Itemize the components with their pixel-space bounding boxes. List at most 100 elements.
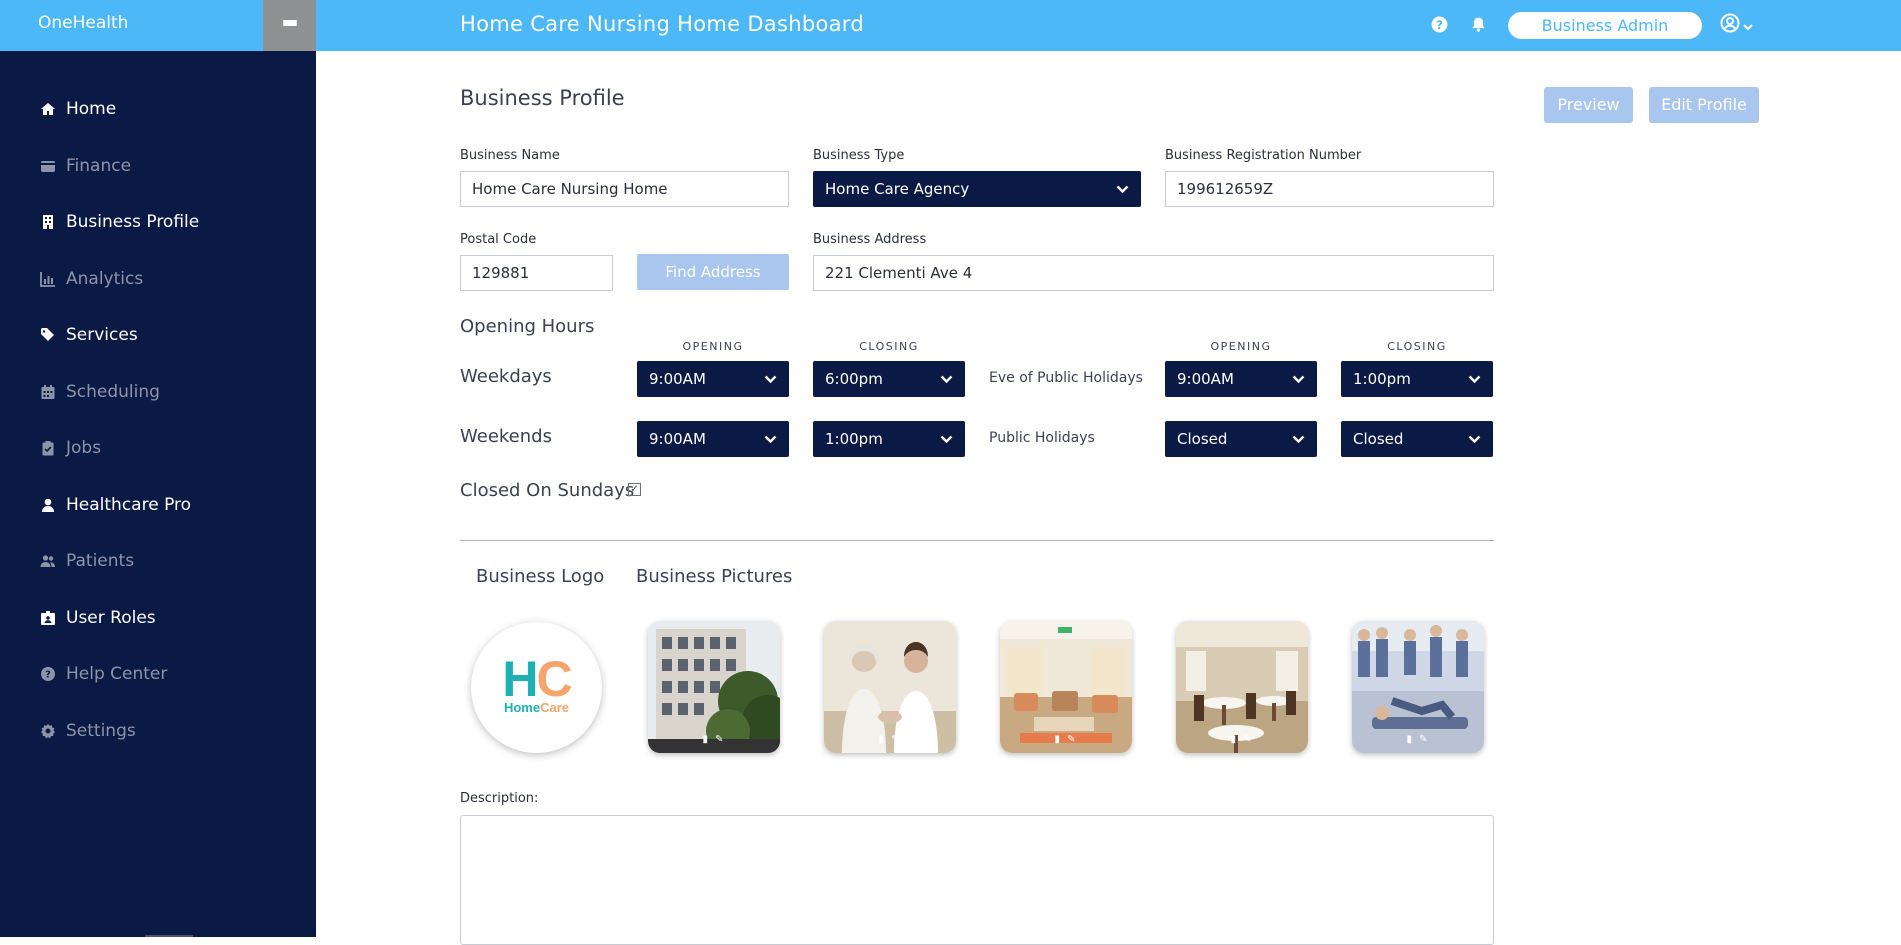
public-holidays-open-select[interactable]: Closed xyxy=(1165,421,1317,457)
user-menu[interactable] xyxy=(1720,13,1760,37)
sidebar-item-label: Finance xyxy=(66,155,132,176)
postal-code-field[interactable]: 129881 xyxy=(460,255,613,291)
sidebar-item-settings[interactable]: Settings xyxy=(40,717,136,745)
eve-holidays-label: Eve of Public Holidays xyxy=(989,370,1143,386)
users-icon xyxy=(40,553,56,569)
role-switch-button[interactable]: Business Admin xyxy=(1508,12,1702,39)
menu-toggle-button[interactable] xyxy=(263,0,316,51)
public-holidays-close-select[interactable]: Closed xyxy=(1341,421,1493,457)
user-nurse-icon xyxy=(40,497,56,513)
business-picture-dining[interactable]: ▮ ✎ xyxy=(1176,621,1308,753)
dashboard-title: Home Care Nursing Home Dashboard xyxy=(460,12,864,36)
sidebar-item-patients[interactable]: Patients xyxy=(40,547,134,575)
home-icon xyxy=(40,101,56,117)
sidebar-item-label: Healthcare Pro xyxy=(66,494,192,515)
business-address-field[interactable]: 221 Clementi Ave 4 xyxy=(813,255,1494,291)
business-logo-heading: Business Logo xyxy=(476,566,605,587)
business-type-select[interactable]: Home Care Agency xyxy=(813,171,1141,207)
sidebar-item-label: Analytics xyxy=(66,268,144,289)
sidebar: Home Finance Business Profile Analytics Serv… xyxy=(0,51,316,937)
edit-profile-button[interactable]: Edit Profile xyxy=(1649,87,1759,123)
picture-actions[interactable]: ▮ ✎ xyxy=(648,734,780,745)
logo-wordmark: HomeCare xyxy=(503,700,570,715)
calendar-icon xyxy=(40,384,56,400)
holiday-opening-header: OPENING xyxy=(1210,340,1272,353)
business-name-field[interactable]: Home Care Nursing Home xyxy=(460,171,789,207)
sidebar-item-analytics[interactable]: Analytics xyxy=(40,265,143,293)
sidebar-item-user-roles[interactable]: User Roles xyxy=(40,604,156,632)
picture-actions[interactable]: ▮ ✎ xyxy=(824,734,956,745)
bar-chart-icon xyxy=(40,271,56,287)
weekends-open-value: 9:00AM xyxy=(649,430,706,448)
registration-number-field[interactable]: 199612659Z xyxy=(1165,171,1494,207)
business-picture-caregiver[interactable]: ▮ ✎ xyxy=(824,621,956,753)
closed-sundays-checkbox[interactable]: ✓ xyxy=(628,483,641,496)
weekdays-close-select[interactable]: 6:00pm xyxy=(813,361,965,397)
sidebar-item-label: Jobs xyxy=(66,438,102,458)
registration-label: Business Registration Number xyxy=(1165,148,1362,163)
weekday-opening-header: OPENING xyxy=(682,340,744,353)
opening-hours-heading: Opening Hours xyxy=(460,316,595,337)
help-circle-icon[interactable]: ? xyxy=(1431,16,1448,33)
postal-code-label: Postal Code xyxy=(460,232,537,247)
weekdays-close-value: 6:00pm xyxy=(825,370,883,388)
sidebar-item-jobs[interactable]: Jobs xyxy=(40,434,101,462)
id-badge-icon xyxy=(40,610,56,626)
public-holidays-label: Public Holidays xyxy=(989,430,1095,446)
sidebar-item-label: Services xyxy=(66,325,138,345)
business-logo[interactable]: HC HomeCare xyxy=(471,622,602,753)
weekends-close-value: 1:00pm xyxy=(825,430,883,448)
weekends-close-select[interactable]: 1:00pm xyxy=(813,421,965,457)
eve-holidays-open-select[interactable]: 9:00AM xyxy=(1165,361,1317,397)
weekends-label: Weekends xyxy=(460,426,552,447)
description-label: Description: xyxy=(460,791,539,806)
chevron-down-icon xyxy=(1292,375,1305,384)
logo-mark: HC xyxy=(502,651,572,707)
chevron-down-icon xyxy=(1468,375,1481,384)
closed-sundays-label: Closed On Sundays xyxy=(460,480,635,501)
chevron-down-icon xyxy=(940,375,953,384)
clipboard-check-icon xyxy=(40,440,56,456)
eve-holidays-close-select[interactable]: 1:00pm xyxy=(1341,361,1493,397)
sidebar-item-services[interactable]: Services xyxy=(40,321,138,349)
chevron-down-icon xyxy=(1743,16,1753,35)
sidebar-item-label: Scheduling xyxy=(66,381,160,402)
business-pictures-heading: Business Pictures xyxy=(636,566,793,587)
sidebar-item-finance[interactable]: Finance xyxy=(40,152,131,180)
weekdays-label: Weekdays xyxy=(460,366,552,387)
sidebar-item-label: Business Profile xyxy=(66,212,200,232)
tags-icon xyxy=(40,327,56,343)
chevron-down-icon xyxy=(1468,435,1481,444)
business-picture-training[interactable]: ▮ ✎ xyxy=(1352,621,1484,753)
public-holidays-open-value: Closed xyxy=(1177,430,1228,448)
building-icon xyxy=(40,214,56,230)
sidebar-item-label: Home xyxy=(66,99,117,119)
picture-actions[interactable]: ▮ ✎ xyxy=(1000,734,1132,745)
picture-actions[interactable]: ▮ ✎ xyxy=(1176,734,1308,745)
sidebar-item-healthcare-pro[interactable]: Healthcare Pro xyxy=(40,491,191,519)
sidebar-item-label: Patients xyxy=(66,551,135,571)
sidebar-item-business-profile[interactable]: Business Profile xyxy=(40,208,199,236)
sidebar-item-home[interactable]: Home xyxy=(40,95,116,123)
eve-holidays-close-value: 1:00pm xyxy=(1353,370,1411,388)
wallet-icon xyxy=(40,158,56,174)
business-type-label: Business Type xyxy=(813,148,905,163)
hamburger-icon xyxy=(282,19,297,32)
gear-icon xyxy=(40,723,56,739)
question-circle-icon: ? xyxy=(40,666,56,682)
bell-icon[interactable] xyxy=(1470,16,1487,33)
description-field[interactable] xyxy=(460,815,1494,945)
chevron-down-icon xyxy=(1116,185,1129,194)
business-picture-lounge[interactable]: ▮ ✎ xyxy=(1000,621,1132,753)
sidebar-item-label: User Roles xyxy=(66,607,156,628)
brand-logo[interactable]: OneHealth xyxy=(0,0,263,51)
sidebar-item-scheduling[interactable]: Scheduling xyxy=(40,378,160,406)
business-picture-building[interactable]: ▮ ✎ xyxy=(648,621,780,753)
sidebar-item-help-center[interactable]: ? Help Center xyxy=(40,660,167,688)
find-address-button[interactable]: Find Address xyxy=(637,254,789,290)
user-circle-icon xyxy=(1720,13,1740,37)
picture-actions[interactable]: ▮ ✎ xyxy=(1352,734,1484,745)
preview-button[interactable]: Preview xyxy=(1544,87,1633,123)
weekends-open-select[interactable]: 9:00AM xyxy=(637,421,789,457)
weekdays-open-select[interactable]: 9:00AM xyxy=(637,361,789,397)
